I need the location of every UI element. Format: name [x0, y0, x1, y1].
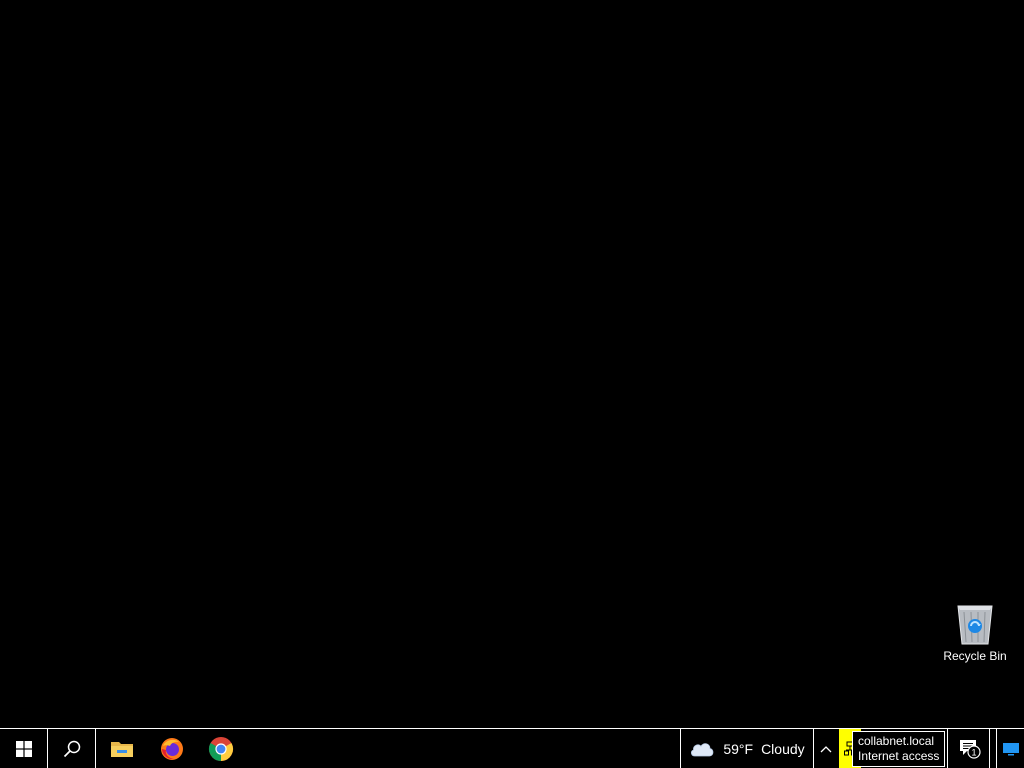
show-hidden-icons-button[interactable] [815, 729, 837, 768]
notifications-count: 1 [971, 747, 976, 757]
chrome-button[interactable] [197, 729, 245, 768]
firefox-button[interactable] [148, 729, 196, 768]
notifications-icon: 1 [959, 739, 981, 759]
firefox-icon [161, 737, 183, 760]
weather-temperature: 59°F [723, 740, 754, 757]
search-button[interactable] [48, 729, 96, 768]
file-explorer-button[interactable] [98, 729, 146, 768]
start-button[interactable] [0, 729, 48, 768]
weather-widget[interactable]: 59°F Cloudy [680, 729, 814, 768]
cloud-icon [691, 742, 714, 756]
recycle-bin-icon [957, 605, 993, 645]
action-center-button[interactable]: 1 [950, 729, 990, 768]
search-icon [63, 740, 80, 757]
chevron-up-icon [820, 745, 832, 752]
desktop-background[interactable]: Recycle Bin [0, 0, 1024, 728]
tooltip-line-status: Internet access [858, 749, 940, 763]
network-tooltip: collabnet.local Internet access [852, 731, 946, 767]
weather-condition: Cloudy [761, 740, 805, 757]
recycle-bin-label: Recycle Bin [943, 649, 1007, 663]
windows-logo-icon [15, 740, 32, 757]
tooltip-line-network-name: collabnet.local [858, 734, 935, 748]
show-desktop-button[interactable] [996, 729, 1024, 768]
chrome-icon [208, 736, 234, 761]
recycle-bin-desktop-icon[interactable]: Recycle Bin [943, 600, 1007, 672]
monitor-icon [1002, 742, 1019, 755]
folder-icon [111, 741, 133, 757]
